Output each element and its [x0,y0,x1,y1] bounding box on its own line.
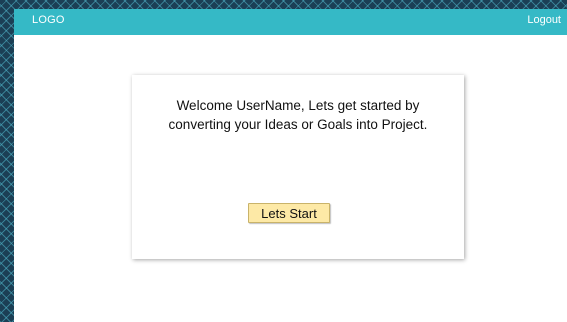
logout-link[interactable]: Logout [527,14,561,26]
top-navigation-bar: LOGO Logout [14,9,567,35]
app-window: LOGO Logout Welcome UserName, Lets get s… [14,9,567,322]
welcome-card: Welcome UserName, Lets get started by co… [132,75,464,259]
lets-start-button[interactable]: Lets Start [248,203,330,223]
welcome-message: Welcome UserName, Lets get started by co… [168,98,428,132]
logo: LOGO [32,14,65,26]
